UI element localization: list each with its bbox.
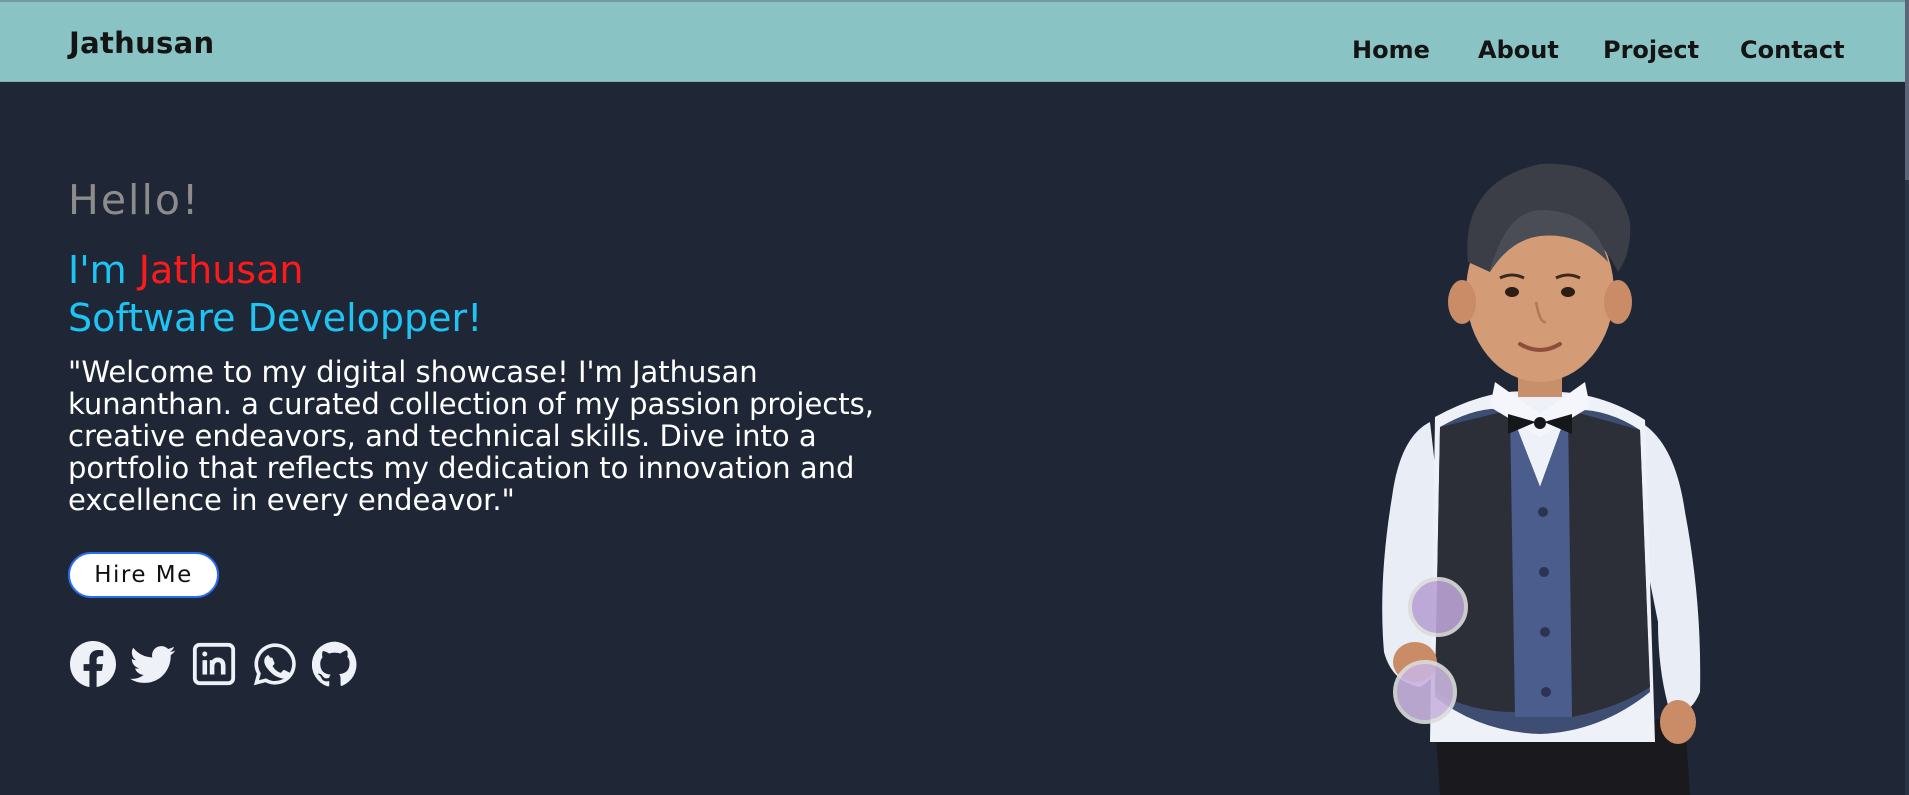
hero-section: Hello! I'm Jathusan Software Developper!…: [0, 82, 1909, 795]
nav-links: Home About Project Contact: [0, 36, 1909, 70]
scrollbar-thumb[interactable]: [1905, 0, 1909, 180]
nav-link-about[interactable]: About: [1478, 36, 1559, 64]
intro-name: Jathusan: [138, 248, 304, 292]
twitter-icon[interactable]: [130, 641, 176, 687]
intro-heading: I'm Jathusan: [68, 248, 303, 292]
github-icon[interactable]: [312, 641, 358, 687]
top-navbar: Jathusan Home About Project Contact: [0, 0, 1909, 82]
facebook-icon[interactable]: [70, 641, 116, 687]
role-heading: Software Developper!: [68, 296, 483, 340]
greeting-text: Hello!: [68, 176, 201, 224]
hire-me-button[interactable]: Hire Me: [68, 552, 219, 598]
nav-link-home[interactable]: Home: [1352, 36, 1430, 64]
bio-paragraph: "Welcome to my digital showcase! I'm Jat…: [68, 355, 874, 517]
scrollbar-track[interactable]: [1905, 0, 1909, 795]
profile-photo: [1340, 152, 1760, 795]
nav-link-project[interactable]: Project: [1603, 36, 1699, 64]
nav-link-contact[interactable]: Contact: [1740, 36, 1845, 64]
linkedin-icon[interactable]: [191, 641, 237, 687]
intro-prefix: I'm: [68, 248, 139, 292]
whatsapp-icon[interactable]: [252, 641, 298, 687]
